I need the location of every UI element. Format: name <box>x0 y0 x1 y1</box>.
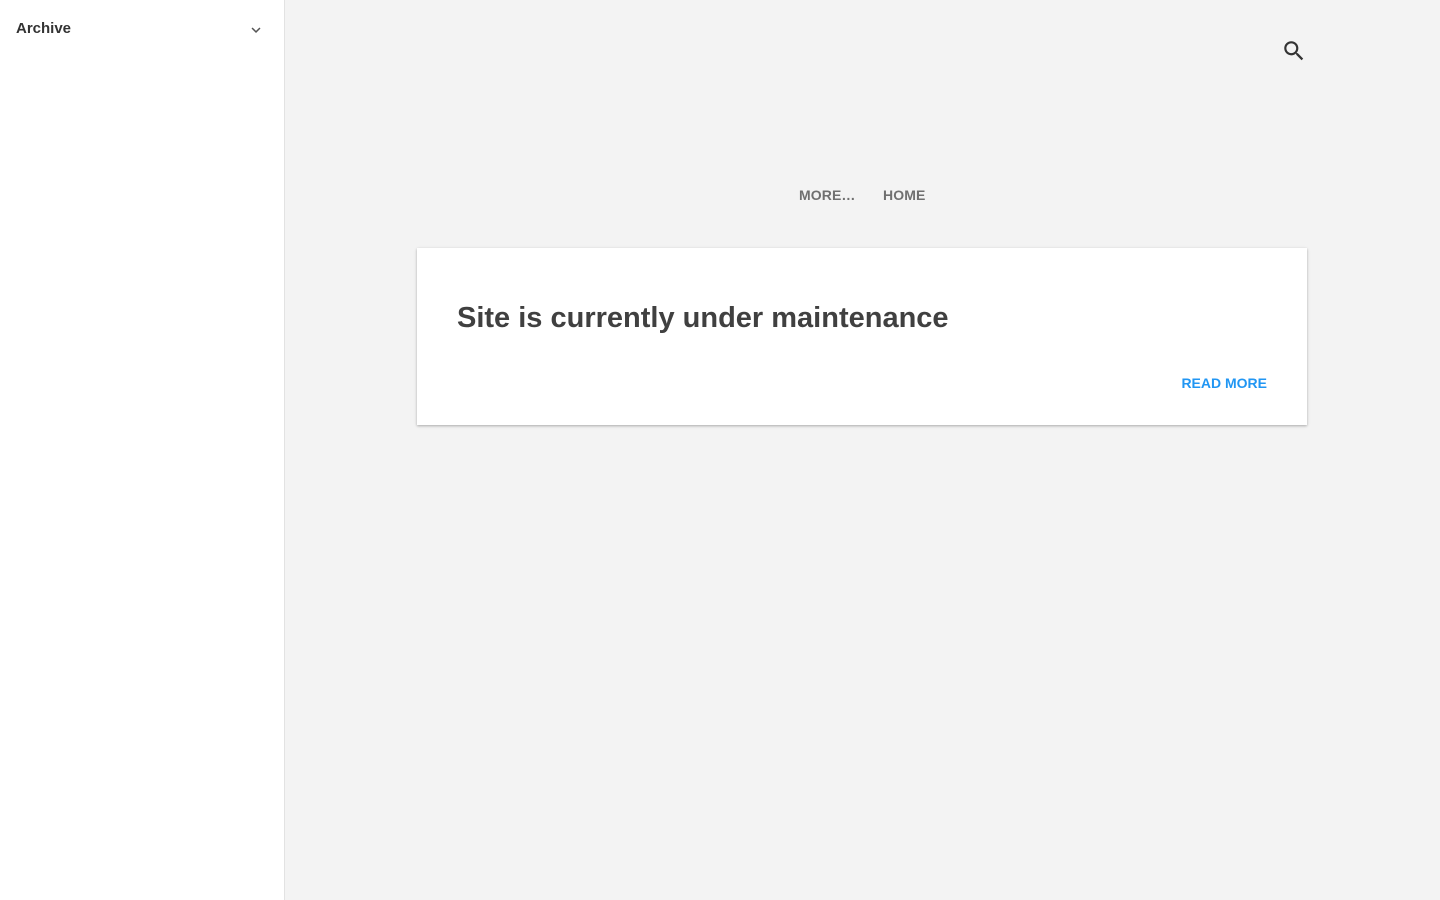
archive-toggle[interactable]: Archive <box>0 0 284 58</box>
top-nav: MORE… HOME <box>285 186 1440 206</box>
chevron-down-icon <box>251 27 261 33</box>
search-icon[interactable] <box>1281 38 1307 64</box>
read-more-link[interactable]: READ MORE <box>1181 374 1267 392</box>
post-title[interactable]: Site is currently under maintenance <box>457 300 949 336</box>
nav-item-more[interactable]: MORE… <box>799 186 856 204</box>
nav-item-home[interactable]: HOME <box>883 186 925 204</box>
sidebar: Archive <box>0 0 285 900</box>
post-card: Site is currently under maintenance READ… <box>417 248 1307 425</box>
archive-label: Archive <box>16 20 72 37</box>
main-content: MORE… HOME Site is currently under maint… <box>285 0 1440 900</box>
